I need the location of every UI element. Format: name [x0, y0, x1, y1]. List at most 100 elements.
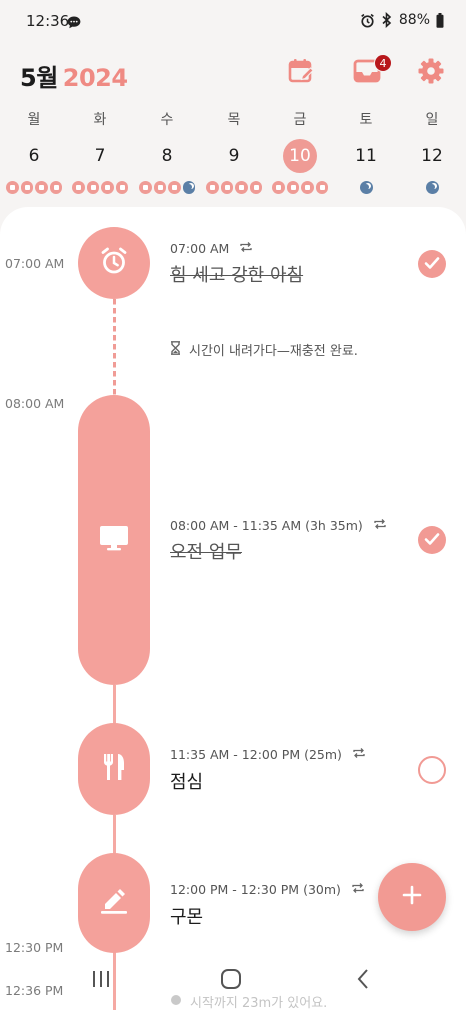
calendar-edit-icon — [287, 57, 315, 89]
complete-toggle-checked[interactable] — [418, 250, 446, 278]
day-thu[interactable]: 목 9 — [206, 108, 262, 194]
day-number: 10 — [283, 139, 317, 173]
recents-button[interactable] — [88, 968, 114, 994]
event-time-kumon: 12:00 PM - 12:30 PM (30m) — [170, 882, 365, 897]
hourglass-icon — [170, 340, 181, 359]
chat-icon — [67, 14, 81, 29]
work-dot-icon — [86, 181, 99, 194]
meal-dot-icon — [235, 181, 248, 194]
fork-knife-icon — [101, 752, 127, 786]
timeline-gap-line — [113, 299, 116, 395]
timeline-connector — [113, 815, 116, 855]
day-activity-dots — [272, 181, 328, 194]
work-dot-icon — [286, 181, 299, 194]
day-number: 9 — [228, 146, 240, 166]
checkmark-icon — [424, 255, 440, 274]
status-bar: 12:36 88% — [0, 0, 466, 44]
gap-note-text: 시간이 내려가다—재충전 완료. — [189, 344, 358, 359]
event-node-wakeup[interactable] — [78, 227, 150, 299]
day-activity-dots — [206, 181, 262, 194]
calendar-button[interactable] — [286, 58, 316, 88]
day-number: 7 — [94, 146, 106, 166]
day-sat[interactable]: 토 11 — [338, 108, 394, 194]
back-button[interactable] — [350, 968, 376, 994]
bluetooth-icon — [381, 12, 393, 28]
alarm-dot-icon — [139, 181, 152, 194]
day-activity-dots — [6, 181, 62, 194]
alarm-icon — [360, 13, 375, 28]
repeat-icon — [239, 241, 253, 256]
monitor-icon — [99, 525, 129, 555]
inbox-button[interactable]: 4 — [352, 54, 392, 88]
checkmark-icon — [424, 531, 440, 550]
event-node-kumon[interactable] — [78, 853, 150, 953]
day-name: 월 — [27, 112, 41, 128]
day-name: 금 — [293, 112, 307, 128]
day-sun[interactable]: 일 12 — [404, 108, 460, 194]
day-name: 목 — [227, 112, 241, 128]
time-label: 07:00 AM — [5, 256, 65, 271]
day-number: 8 — [161, 146, 173, 166]
day-tue[interactable]: 화 7 — [72, 108, 128, 194]
repeat-icon — [351, 882, 365, 897]
moon-dot-icon — [359, 181, 373, 194]
month-label: 5월 — [20, 64, 58, 92]
day-mon[interactable]: 월 6 — [6, 108, 62, 194]
repeat-icon — [373, 518, 387, 533]
day-activity-dots — [338, 181, 394, 194]
complete-toggle-unchecked[interactable] — [418, 756, 446, 784]
home-icon — [220, 968, 242, 994]
battery-icon — [436, 12, 444, 28]
event-title-morning-work[interactable]: 오전 업무 — [170, 538, 242, 564]
day-name: 토 — [359, 112, 373, 128]
month-title[interactable]: 5월 2024 — [20, 58, 128, 93]
meal-dot-icon — [101, 181, 114, 194]
timeline-connector — [113, 685, 116, 725]
battery-level: 88% — [398, 12, 430, 28]
day-number: 11 — [355, 146, 377, 166]
event-title-lunch[interactable]: 점심 — [170, 768, 203, 794]
study-dot-icon — [249, 181, 262, 194]
year-label: 2024 — [62, 64, 128, 92]
meal-dot-icon — [168, 181, 181, 194]
day-wed[interactable]: 수 8 — [139, 108, 195, 194]
event-node-lunch[interactable] — [78, 723, 150, 815]
back-icon — [356, 968, 370, 994]
gap-note: 시간이 내려가다—재충전 완료. — [170, 340, 358, 359]
day-fri-selected[interactable]: 금 10 — [272, 108, 328, 194]
moon-dot-icon — [182, 181, 195, 194]
meal-dot-icon — [301, 181, 314, 194]
plus-icon — [401, 884, 423, 910]
settings-button[interactable] — [416, 58, 446, 88]
day-activity-dots — [404, 181, 460, 194]
event-time-wakeup: 07:00 AM — [170, 241, 253, 256]
event-time-text: 08:00 AM - 11:35 AM (3h 35m) — [170, 518, 363, 533]
day-number: 12 — [421, 146, 443, 166]
day-activity-dots — [139, 181, 195, 194]
study-dot-icon — [315, 181, 328, 194]
work-dot-icon — [220, 181, 233, 194]
complete-toggle-checked[interactable] — [418, 526, 446, 554]
alarm-dot-icon — [6, 181, 19, 194]
event-title-wakeup[interactable]: 힘 세고 강한 아침 — [170, 261, 303, 287]
gear-icon — [417, 57, 445, 89]
event-node-morning-work[interactable] — [78, 395, 150, 685]
inbox-badge: 4 — [374, 54, 392, 72]
app-header: 5월 2024 4 — [0, 44, 466, 106]
moon-dot-icon — [425, 181, 439, 194]
day-name: 화 — [93, 112, 107, 128]
add-event-button[interactable] — [378, 863, 446, 931]
system-nav-bar — [0, 950, 466, 1010]
alarm-clock-icon — [99, 246, 129, 280]
time-label: 08:00 AM — [5, 396, 65, 411]
event-title-kumon[interactable]: 구몬 — [170, 903, 203, 929]
home-button[interactable] — [218, 968, 244, 994]
alarm-dot-icon — [72, 181, 85, 194]
repeat-icon — [352, 747, 366, 762]
study-dot-icon — [49, 181, 62, 194]
event-time-morning-work: 08:00 AM - 11:35 AM (3h 35m) — [170, 518, 387, 533]
event-time-lunch: 11:35 AM - 12:00 PM (25m) — [170, 747, 366, 762]
recents-icon — [90, 969, 112, 993]
study-dot-icon — [115, 181, 128, 194]
day-number: 6 — [28, 146, 40, 166]
